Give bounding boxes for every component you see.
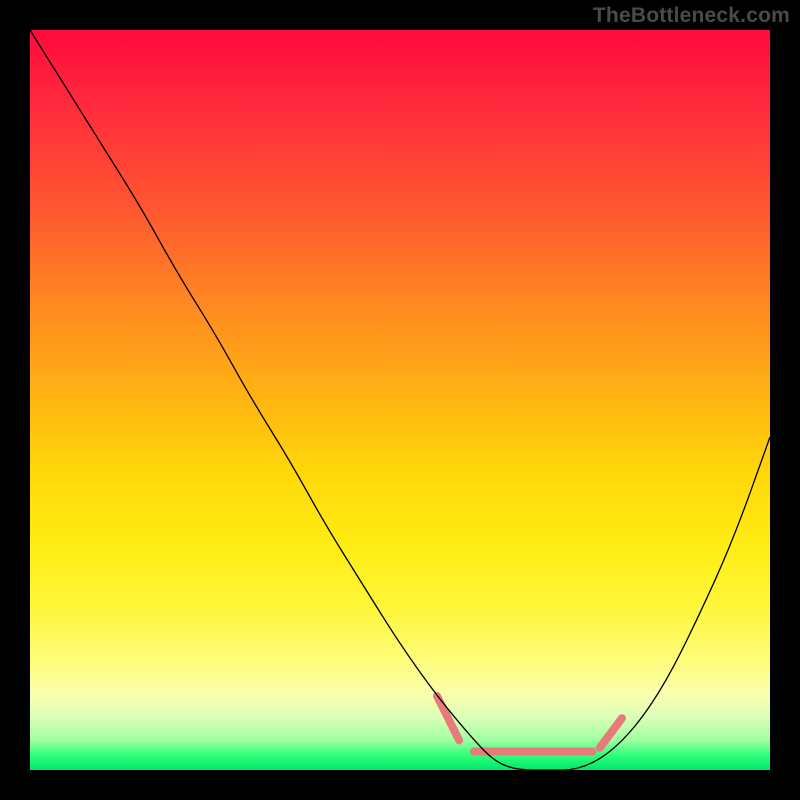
watermark-text: TheBottleneck.com — [593, 4, 790, 28]
bottleneck-curve — [30, 30, 770, 770]
chart-frame: TheBottleneck.com — [0, 0, 800, 800]
marker-band-group — [437, 696, 622, 752]
plot-area — [30, 30, 770, 770]
curve-layer — [30, 30, 770, 770]
